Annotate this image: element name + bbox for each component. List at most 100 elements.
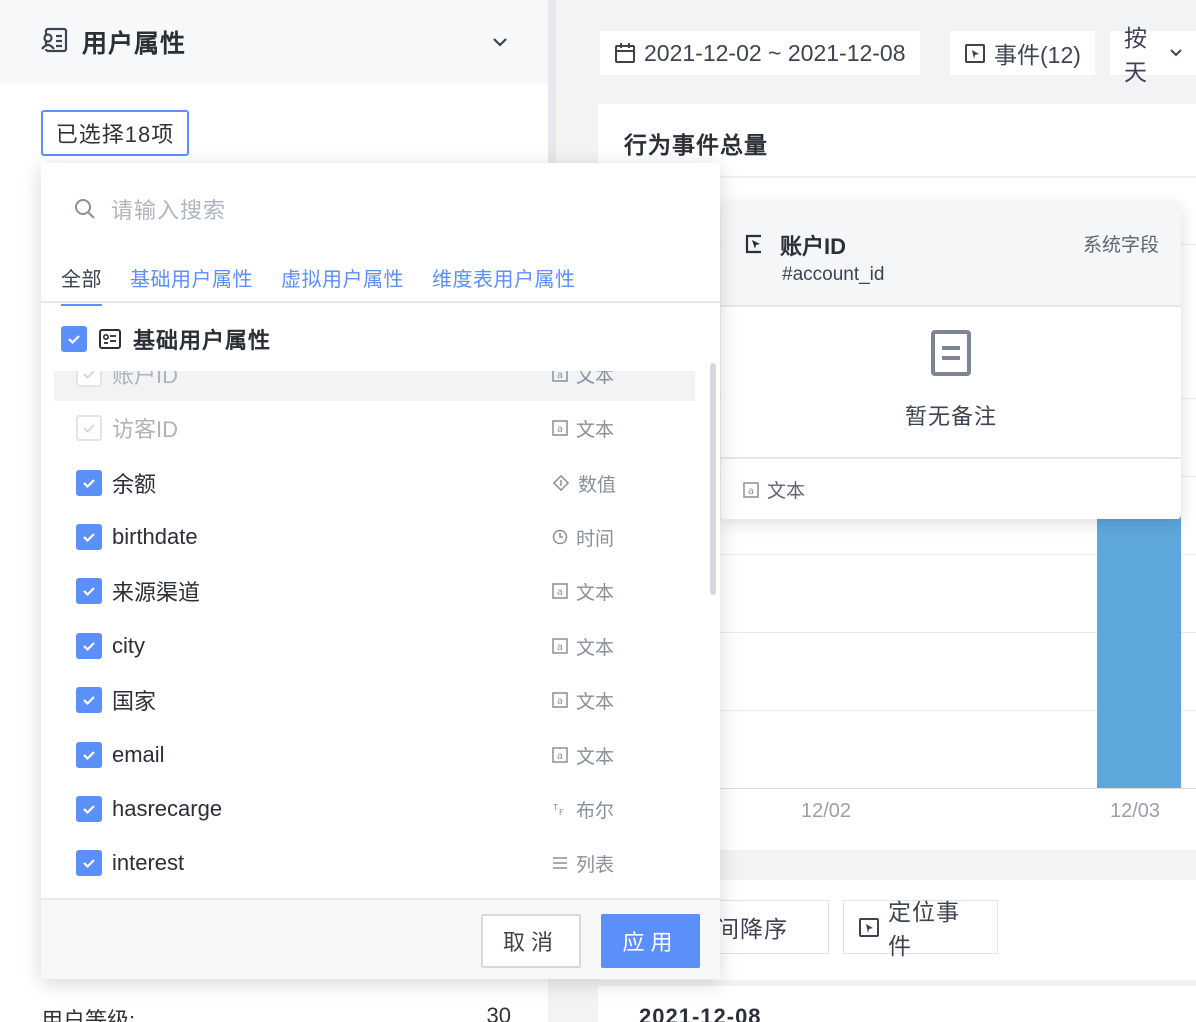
- item-label: city: [112, 633, 145, 658]
- item-label: 国家: [112, 689, 157, 714]
- list-item[interactable]: 国家 a 文本: [54, 673, 695, 727]
- granularity-select[interactable]: 按天: [1110, 25, 1196, 85]
- user-level-value: 30: [486, 1003, 511, 1022]
- dropdown-scrollbar[interactable]: [710, 363, 716, 595]
- item-type-text: 文本: [576, 419, 615, 441]
- svg-text:a: a: [557, 751, 563, 762]
- item-label: 访客ID: [112, 417, 179, 442]
- panel-title: 用户属性: [82, 30, 187, 58]
- item-type-text: 列表: [576, 854, 615, 876]
- item-type: 时间: [552, 524, 614, 551]
- event-cursor-icon: [964, 42, 986, 64]
- item-label: 余额: [112, 472, 157, 497]
- checkbox-checked[interactable]: [76, 850, 102, 876]
- item-label: 来源渠道: [112, 580, 201, 605]
- item-type-text: 布尔: [576, 800, 615, 822]
- tab-dimension[interactable]: 维度表用户属性: [432, 263, 576, 306]
- item-type: a 文本: [552, 371, 614, 388]
- list-item[interactable]: 访客ID a 文本: [54, 401, 695, 455]
- checkbox-checked[interactable]: [76, 796, 102, 822]
- item-type-text: 数值: [578, 474, 617, 496]
- sort-button[interactable]: 间降序: [708, 900, 829, 954]
- item-type: a 文本: [552, 687, 614, 714]
- item-type: a 文本: [552, 633, 614, 660]
- dropdown-footer: 取消 应用: [41, 898, 720, 979]
- group-header[interactable]: 基础用户属性: [61, 323, 271, 355]
- chevron-down-icon: [1170, 49, 1182, 57]
- item-label: interest: [112, 850, 185, 875]
- search-box[interactable]: 请输入搜索: [73, 193, 226, 225]
- item-type: T F 布尔: [552, 796, 614, 823]
- cancel-button[interactable]: 取消: [481, 914, 581, 968]
- list-item[interactable]: 账户ID a 文本: [54, 371, 695, 401]
- list-item[interactable]: city a 文本: [54, 619, 695, 673]
- event-cursor-icon: [858, 916, 880, 938]
- list-type-icon: [552, 856, 568, 870]
- group-name: 基础用户属性: [133, 328, 272, 353]
- svg-text:a: a: [557, 424, 563, 435]
- user-card-icon: [40, 27, 68, 58]
- list-item[interactable]: birthdate 时间: [54, 510, 695, 564]
- group-checkbox[interactable]: [61, 326, 87, 352]
- user-level-row: 用户等级: 30: [41, 1003, 511, 1022]
- svg-text:F: F: [559, 808, 564, 817]
- tooltip-type-text: 文本: [767, 481, 806, 502]
- number-type-icon: [552, 474, 570, 492]
- svg-text:T: T: [552, 803, 558, 812]
- calendar-icon: [614, 42, 636, 64]
- item-type-text: 时间: [576, 528, 615, 550]
- panel-header[interactable]: 用户属性: [0, 0, 548, 84]
- list-item[interactable]: hasrecarge T F 布尔: [54, 782, 695, 836]
- svg-text:a: a: [557, 696, 563, 707]
- list-item[interactable]: 来源渠道 a 文本: [54, 564, 695, 618]
- item-label: hasrecarge: [112, 796, 223, 821]
- list-item[interactable]: 余额 数值: [54, 456, 695, 510]
- locate-event-button[interactable]: 定位事件: [843, 899, 998, 959]
- locate-event-text: 定位事件: [888, 899, 960, 959]
- item-label: 账户ID: [112, 371, 179, 388]
- search-input[interactable]: 请输入搜索: [111, 193, 226, 225]
- date-range-text: 2021-12-02 ~ 2021-12-08: [644, 39, 906, 66]
- tab-basic[interactable]: 基础用户属性: [130, 263, 253, 306]
- checkbox-checked[interactable]: [76, 633, 102, 659]
- search-icon: [73, 197, 97, 221]
- list-item[interactable]: email a 文本: [54, 728, 695, 782]
- item-type-text: 文本: [576, 746, 615, 768]
- text-type-icon: a: [552, 583, 568, 599]
- x-tick-label: 12/02: [801, 800, 852, 822]
- checkbox-disabled: [76, 371, 102, 387]
- checkbox-checked[interactable]: [76, 578, 102, 604]
- user-level-label: 用户等级:: [41, 1008, 136, 1022]
- no-note-text: 暂无备注: [904, 404, 997, 429]
- checkbox-checked[interactable]: [76, 687, 102, 713]
- tooltip-type: a 文本: [743, 476, 805, 503]
- item-type: a 文本: [552, 578, 614, 605]
- item-type-text: 文本: [576, 691, 615, 713]
- tab-all[interactable]: 全部: [61, 263, 102, 306]
- attribute-list: 账户ID a 文本 访客ID a 文本 余额 数值 birthdate 时间 来源渠…: [54, 371, 695, 897]
- apply-button[interactable]: 应用: [601, 914, 700, 968]
- text-type-icon: a: [552, 638, 568, 654]
- selected-count-button[interactable]: 已选择18项: [41, 110, 189, 156]
- tab-virtual[interactable]: 虚拟用户属性: [281, 263, 404, 306]
- svg-text:a: a: [557, 371, 563, 381]
- list-item[interactable]: interest 列表: [54, 836, 695, 890]
- text-type-icon: a: [552, 371, 568, 382]
- x-tick-label: 12/03: [1110, 800, 1161, 822]
- date-range-picker[interactable]: 2021-12-02 ~ 2021-12-08: [600, 31, 920, 75]
- item-type: a 文本: [552, 742, 614, 769]
- attribute-dropdown: 请输入搜索 全部 基础用户属性 虚拟用户属性 维度表用户属性 基础用户属性 账户…: [41, 163, 720, 979]
- attribute-tooltip: 账户ID #account_id 系统字段 暂无备注 a 文本: [721, 203, 1181, 519]
- tabs-divider: [41, 301, 720, 303]
- group-icon: [99, 329, 121, 349]
- item-type-text: 文本: [576, 637, 615, 659]
- filter-tabs: 全部 基础用户属性 虚拟用户属性 维度表用户属性: [61, 263, 604, 306]
- checkbox-checked[interactable]: [76, 742, 102, 768]
- checkbox-checked[interactable]: [76, 524, 102, 550]
- text-type-icon: a: [552, 747, 568, 763]
- checkbox-checked[interactable]: [76, 470, 102, 496]
- boolean-type-icon: TF: [552, 801, 568, 817]
- events-button[interactable]: 事件(12): [950, 31, 1095, 75]
- svg-text:a: a: [557, 587, 563, 598]
- chevron-down-icon[interactable]: [490, 32, 510, 52]
